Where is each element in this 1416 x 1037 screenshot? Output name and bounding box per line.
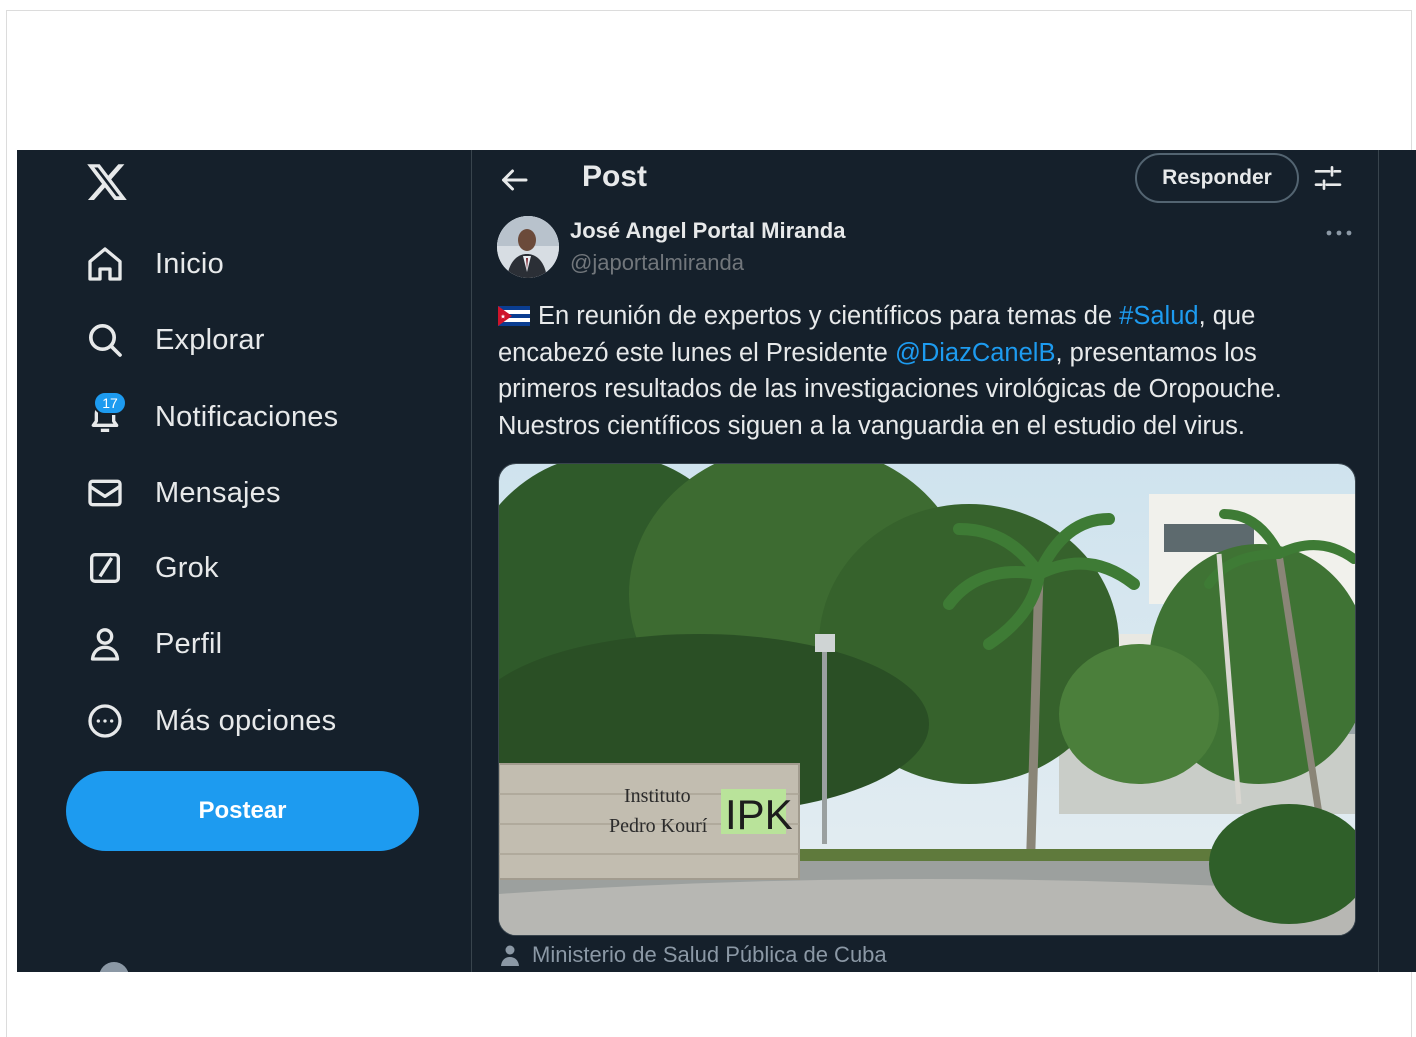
- notification-count-badge: 17: [93, 391, 127, 415]
- x-logo-icon[interactable]: [85, 160, 129, 204]
- home-icon: [83, 242, 127, 286]
- nav-item-grok[interactable]: Grok: [83, 540, 219, 596]
- author-handle[interactable]: @japortalmiranda: [570, 250, 744, 276]
- tweet-photo[interactable]: Instituto Pedro Kourí IPK: [498, 463, 1356, 936]
- page-title: Post: [582, 160, 648, 193]
- photo-credit: Ministerio de Salud Pública de Cuba: [498, 942, 887, 968]
- tweet-text: En reunión de expertos y científicos par…: [498, 298, 1348, 444]
- x-app-window: Inicio Explorar 17 Notificaciones Mensaj…: [17, 150, 1416, 972]
- more-circle-icon: [83, 699, 127, 743]
- sign-text-instituto: Instituto: [624, 785, 691, 807]
- adjust-settings-icon[interactable]: [1312, 162, 1344, 194]
- person-tag-icon: [501, 945, 519, 966]
- nav-label-explorar: Explorar: [155, 323, 265, 356]
- nav-item-perfil[interactable]: Perfil: [83, 616, 222, 672]
- sidebar: Inicio Explorar 17 Notificaciones Mensaj…: [17, 150, 472, 972]
- nav-item-mensajes[interactable]: Mensajes: [83, 465, 281, 521]
- nav-item-mas-opciones[interactable]: Más opciones: [83, 693, 336, 749]
- cuba-flag-icon: [498, 306, 530, 326]
- nav-item-inicio[interactable]: Inicio: [83, 236, 224, 292]
- nav-label-perfil: Perfil: [155, 627, 223, 660]
- nav-item-notificaciones[interactable]: 17 Notificaciones: [83, 389, 338, 445]
- post-detail-column: Post Responder José Angel Portal Miranda…: [471, 150, 1379, 972]
- nav-label-notificaciones: Notificaciones: [155, 400, 339, 433]
- more-options-icon[interactable]: [1324, 226, 1354, 240]
- tweet-text-part-1: En reunión de expertos y científicos par…: [538, 302, 1120, 330]
- photo-credit-text: Ministerio de Salud Pública de Cuba: [532, 942, 887, 967]
- nav-label-inicio: Inicio: [155, 247, 224, 280]
- person-icon: [83, 622, 127, 666]
- author-avatar[interactable]: [497, 216, 559, 278]
- search-icon: [83, 318, 127, 362]
- responder-button[interactable]: Responder: [1135, 153, 1299, 203]
- postear-button[interactable]: Postear: [66, 771, 419, 851]
- hashtag-link[interactable]: #Salud: [1119, 302, 1198, 330]
- nav-label-mensajes: Mensajes: [155, 476, 281, 509]
- sign-text-pedro-kouri: Pedro Kourí: [609, 815, 708, 837]
- sign-logo-ipk: IPK: [725, 791, 793, 838]
- author-name[interactable]: José Angel Portal Miranda: [570, 218, 845, 244]
- grok-icon: [83, 546, 127, 590]
- nav-item-explorar[interactable]: Explorar: [83, 312, 265, 368]
- back-arrow-icon[interactable]: [496, 162, 532, 198]
- mail-icon: [83, 471, 127, 515]
- bell-icon: 17: [83, 391, 127, 439]
- mention-link[interactable]: @DiazCanelB: [895, 339, 1056, 367]
- nav-label-mas-opciones: Más opciones: [155, 704, 337, 737]
- nav-label-grok: Grok: [155, 551, 219, 584]
- account-avatar[interactable]: [99, 962, 129, 972]
